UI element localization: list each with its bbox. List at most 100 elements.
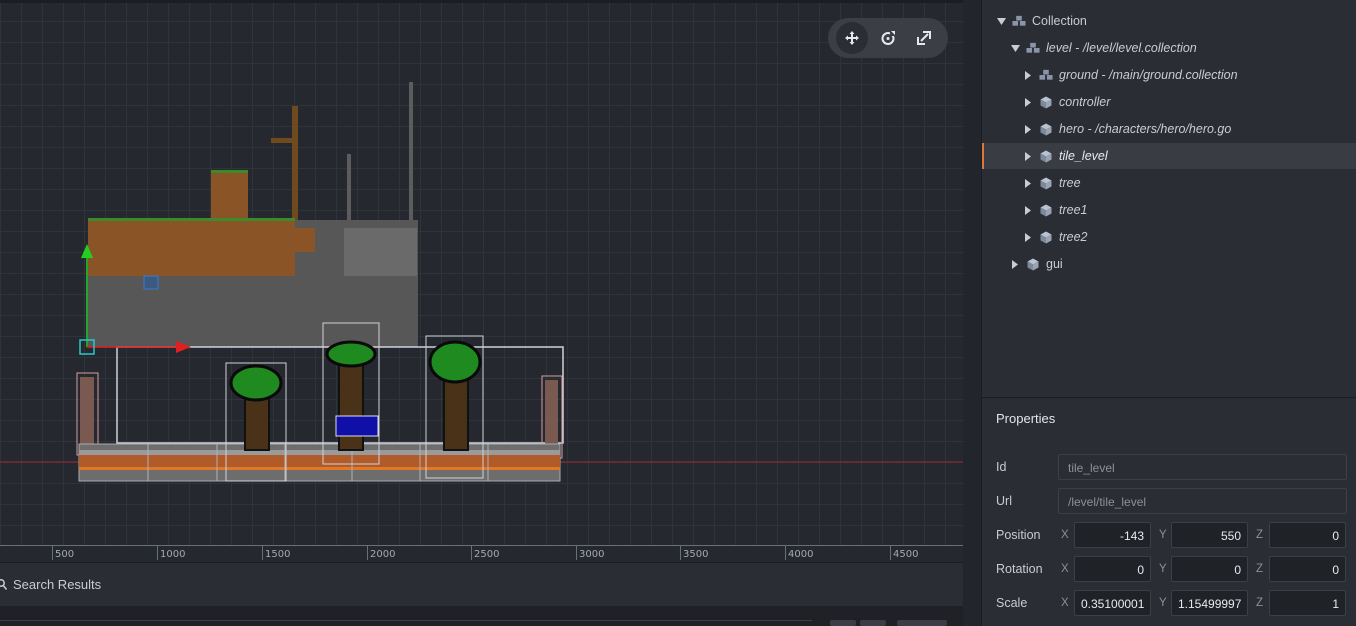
game-object-icon xyxy=(1039,95,1053,109)
position-y-axis-label: Y xyxy=(1159,529,1167,541)
wooden-post[interactable] xyxy=(292,106,298,228)
position-x-axis-label: X xyxy=(1061,529,1069,541)
search-icon xyxy=(0,578,7,590)
scene-viewport[interactable]: 500 1000 1500 2000 2500 3000 3500 4000 4500 xyxy=(0,0,963,562)
rotate-icon xyxy=(881,31,896,45)
scene-canvas[interactable] xyxy=(0,0,963,545)
wooden-post-arm xyxy=(271,138,298,143)
pole-short[interactable] xyxy=(347,154,351,228)
chevron-down-icon[interactable] xyxy=(996,16,1006,26)
outline-item-collection[interactable]: Collection xyxy=(982,8,1356,34)
bottom-panel: Search Results xyxy=(0,562,963,626)
collection-icon xyxy=(1012,14,1026,28)
hero-sprite[interactable] xyxy=(335,415,379,437)
ruler-label: 1000 xyxy=(160,549,186,560)
ruler-label: 2500 xyxy=(474,549,500,560)
outline-item-label: controller xyxy=(1059,95,1111,109)
position-label: Position xyxy=(996,528,1041,542)
properties-title: Properties xyxy=(996,411,1056,426)
chevron-right-icon[interactable] xyxy=(1023,151,1033,161)
game-object-icon xyxy=(1026,257,1040,271)
ground-strip[interactable] xyxy=(78,443,561,482)
collection-icon xyxy=(1026,41,1040,55)
ruler-label: 3500 xyxy=(683,549,709,560)
id-field[interactable]: tile_level xyxy=(1058,454,1347,480)
outline-item-ground[interactable]: ground - /main/ground.collection xyxy=(982,62,1356,88)
rotation-y-axis-label: Y xyxy=(1159,563,1167,575)
tile-level-map[interactable] xyxy=(88,170,418,347)
outline-item-label: hero - /characters/hero/hero.go xyxy=(1059,122,1232,136)
ruler-label: 3000 xyxy=(579,549,605,560)
outline-item-label: tile_level xyxy=(1059,149,1108,163)
chevron-right-icon[interactable] xyxy=(1023,70,1033,80)
position-z-field[interactable]: 0 xyxy=(1269,522,1346,548)
search-button[interactable] xyxy=(897,620,947,626)
outline-item-tree2[interactable]: tree2 xyxy=(982,224,1356,250)
scale-z-field[interactable]: 1 xyxy=(1269,590,1346,616)
ruler-label: 500 xyxy=(55,549,75,560)
rotation-x-field[interactable]: 0 xyxy=(1074,556,1151,582)
chevron-right-icon[interactable] xyxy=(1023,205,1033,215)
ruler-tick xyxy=(157,546,158,560)
gizmo-plane-handle xyxy=(143,275,159,290)
outline-item-level[interactable]: level - /level/level.collection xyxy=(982,35,1356,61)
outline-item-gui[interactable]: gui xyxy=(982,251,1356,277)
search-option-button[interactable] xyxy=(830,620,856,626)
rotation-z-field[interactable]: 0 xyxy=(1269,556,1346,582)
rotation-y-field[interactable]: 0 xyxy=(1171,556,1248,582)
tab-search-results[interactable]: Search Results xyxy=(0,563,101,606)
chevron-right-icon[interactable] xyxy=(1010,259,1020,269)
outline-item-label: tree1 xyxy=(1059,203,1088,217)
ruler-tick xyxy=(680,546,681,560)
outline-item-tile-level[interactable]: tile_level xyxy=(982,143,1356,169)
scale-x-field[interactable]: 0.35100001 xyxy=(1074,590,1151,616)
outline-item-label: tree2 xyxy=(1059,230,1088,244)
outline-item-tree1[interactable]: tree1 xyxy=(982,197,1356,223)
rotate-tool-button[interactable] xyxy=(872,22,904,54)
chevron-right-icon[interactable] xyxy=(1023,124,1033,134)
scale-x-axis-label: X xyxy=(1061,597,1069,609)
properties-panel: Properties Id tile_level Url /level/tile… xyxy=(981,397,1356,626)
search-option-button-2[interactable] xyxy=(860,620,886,626)
position-x-field[interactable]: -143 xyxy=(1074,522,1151,548)
chevron-right-icon[interactable] xyxy=(1023,97,1033,107)
game-object-icon xyxy=(1039,122,1053,136)
pole-tall[interactable] xyxy=(409,82,413,228)
rotation-z-axis-label: Z xyxy=(1256,563,1264,575)
position-z-axis-label: Z xyxy=(1256,529,1264,541)
game-object-icon xyxy=(1039,230,1053,244)
horizontal-ruler: 500 1000 1500 2000 2500 3000 3500 4000 4500 xyxy=(0,545,963,562)
ruler-tick xyxy=(471,546,472,560)
outline-item-label: tree xyxy=(1059,176,1081,190)
ruler-label: 4000 xyxy=(788,549,814,560)
ruler-tick xyxy=(785,546,786,560)
chevron-right-icon[interactable] xyxy=(1023,232,1033,242)
game-object-icon xyxy=(1039,176,1053,190)
outline-item-hero[interactable]: hero - /characters/hero/hero.go xyxy=(982,116,1356,142)
search-input[interactable] xyxy=(0,620,812,626)
outline-item-label: ground - /main/ground.collection xyxy=(1059,68,1238,82)
outline-item-label: gui xyxy=(1046,257,1063,271)
scale-tool-button[interactable] xyxy=(908,22,940,54)
scale-y-field[interactable]: 1.15499997 xyxy=(1171,590,1248,616)
ruler-label: 4500 xyxy=(893,549,919,560)
scale-label: Scale xyxy=(996,596,1028,610)
outline-item-tree[interactable]: tree xyxy=(982,170,1356,196)
ruler-tick xyxy=(367,546,368,560)
ruler-tick xyxy=(890,546,891,560)
position-y-field[interactable]: 550 xyxy=(1171,522,1248,548)
game-object-icon xyxy=(1039,149,1053,163)
chevron-down-icon[interactable] xyxy=(1010,43,1020,53)
chevron-right-icon[interactable] xyxy=(1023,178,1033,188)
rotation-label: Rotation xyxy=(996,562,1043,576)
transform-toolbar xyxy=(828,18,948,58)
rotation-x-axis-label: X xyxy=(1061,563,1069,575)
outline-item-controller[interactable]: controller xyxy=(982,89,1356,115)
move-tool-button[interactable] xyxy=(836,22,868,54)
pillar-left[interactable] xyxy=(76,372,99,456)
ruler-tick xyxy=(52,546,53,560)
url-field[interactable]: /level/tile_level xyxy=(1058,488,1347,514)
outline-item-label: level - /level/level.collection xyxy=(1046,41,1197,55)
scale-icon xyxy=(917,31,931,45)
url-label: Url xyxy=(996,494,1012,508)
